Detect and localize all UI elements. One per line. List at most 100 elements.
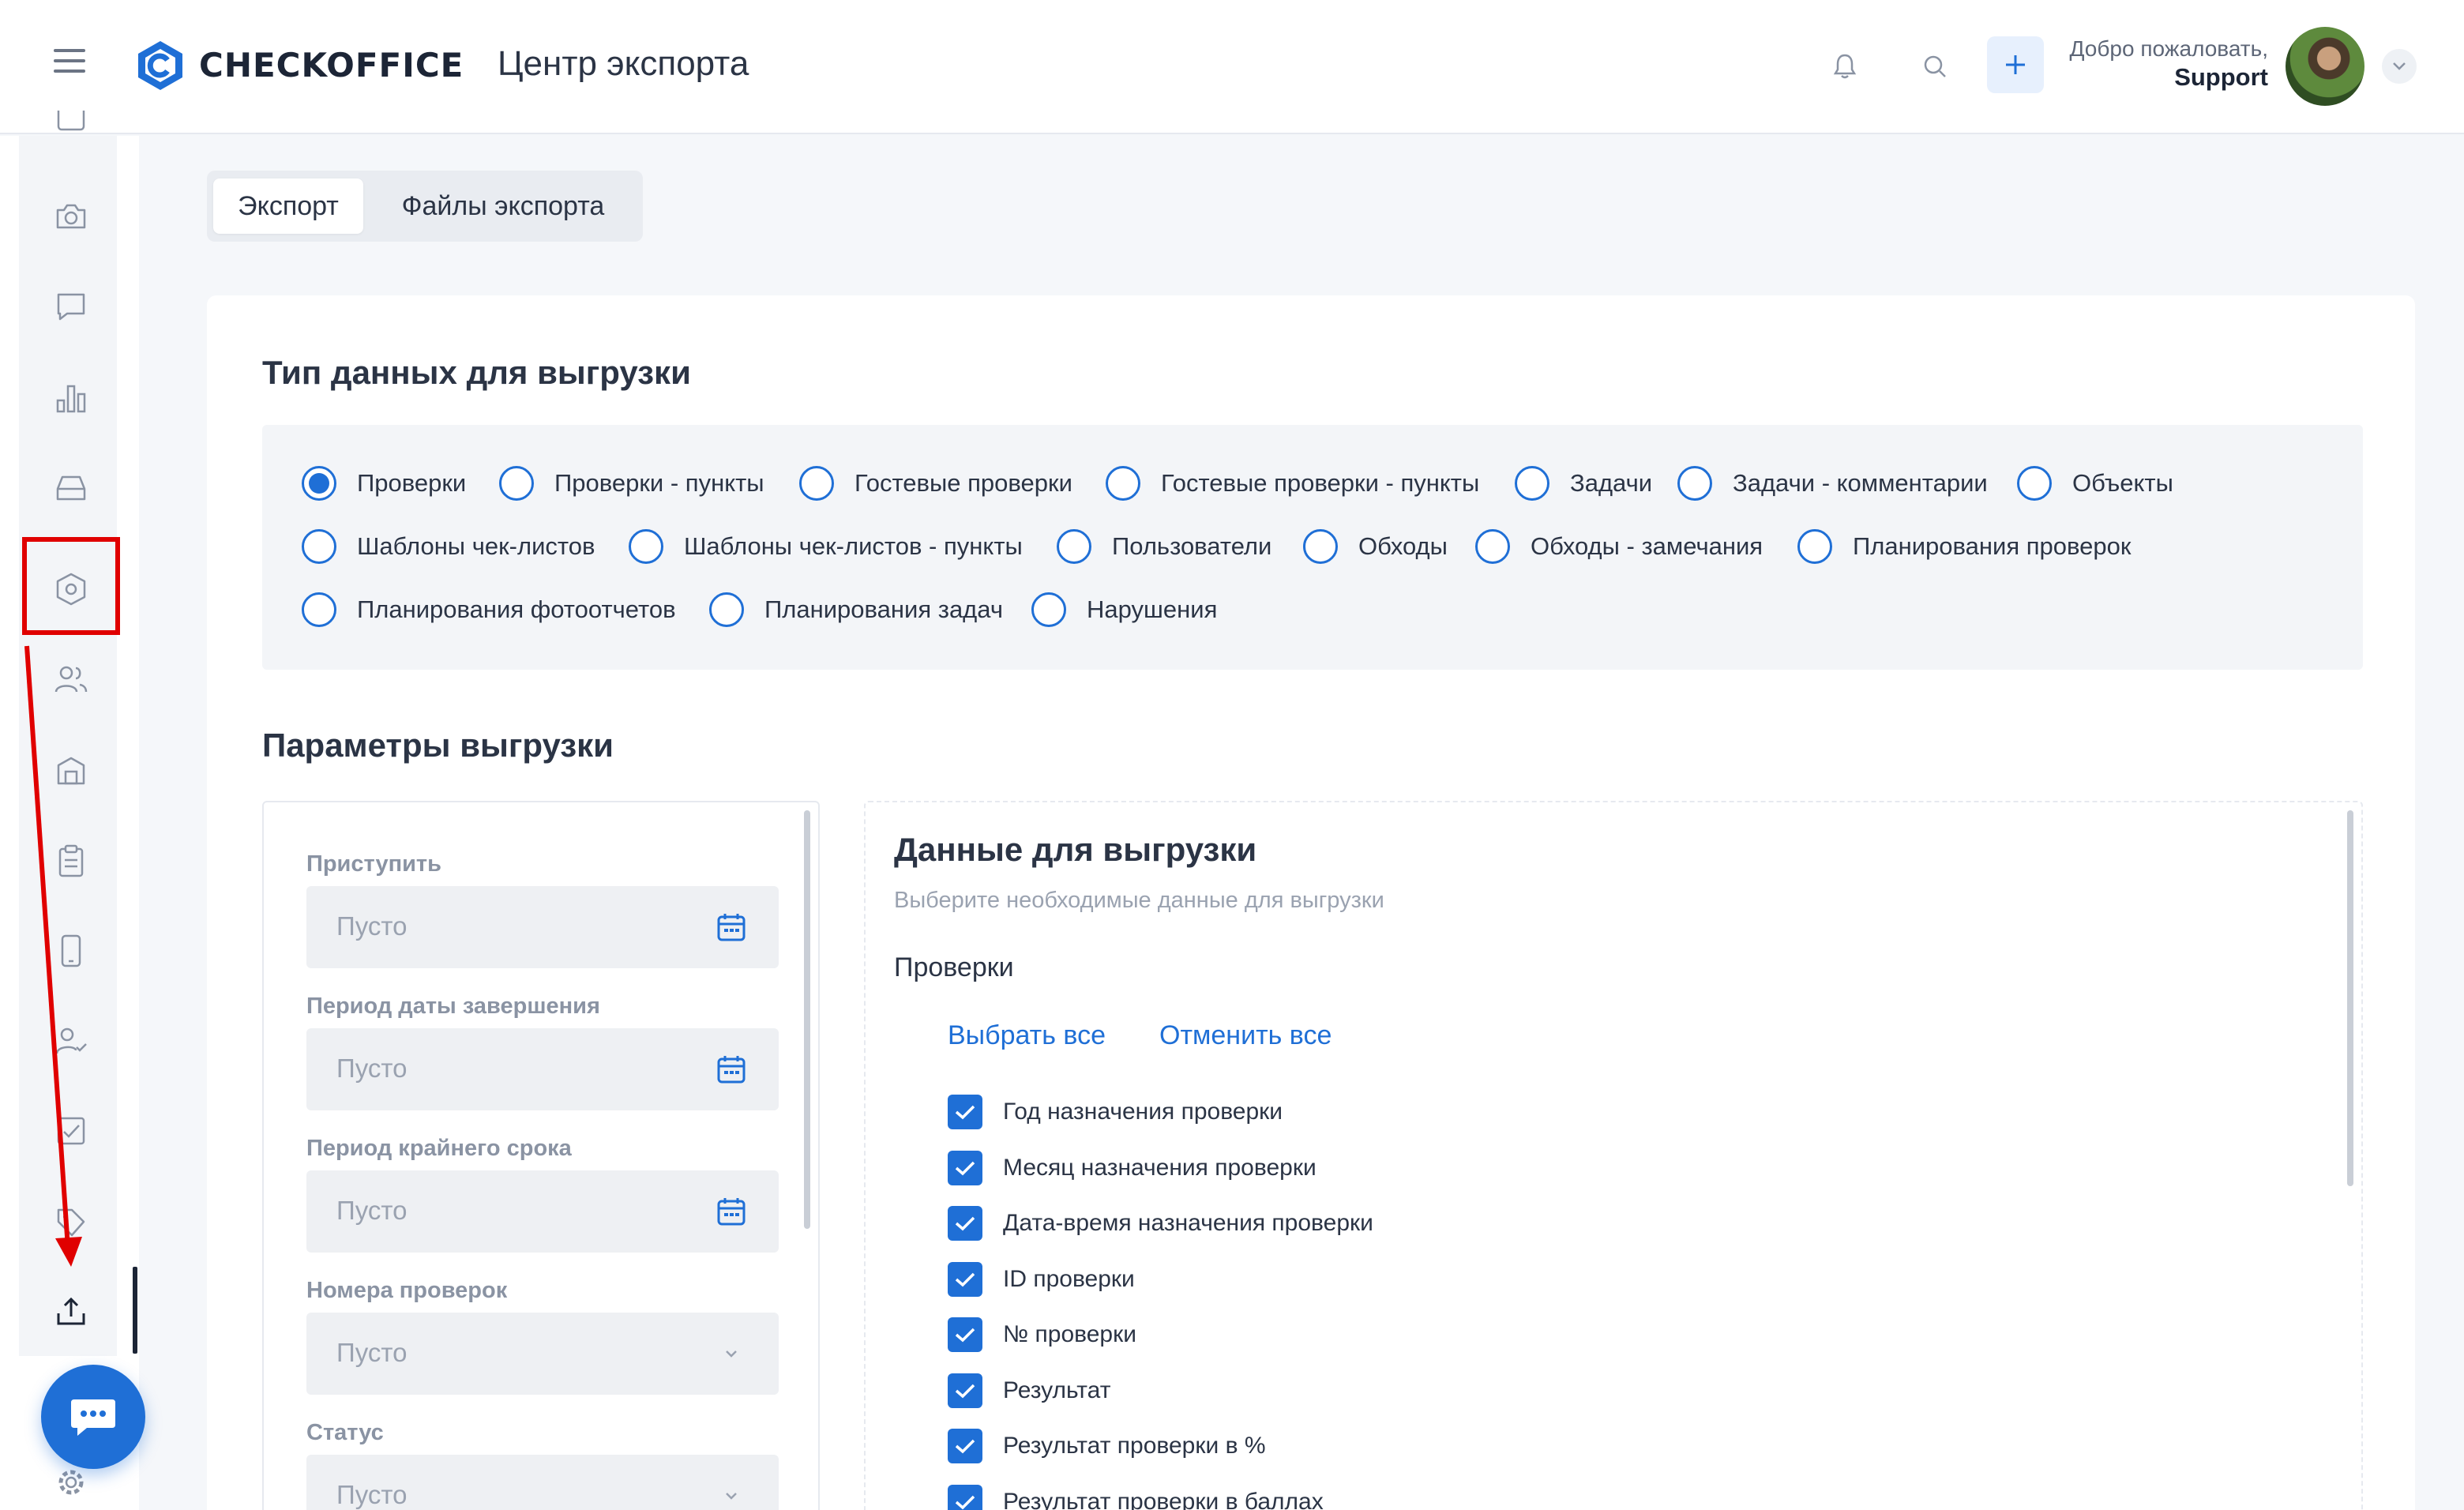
radio-option[interactable]: Проверки — [302, 466, 466, 501]
radio-circle[interactable] — [1031, 592, 1066, 627]
inbox-icon[interactable] — [46, 463, 96, 513]
checkbox[interactable] — [948, 1150, 982, 1185]
field-checkbox-row[interactable]: ID проверки — [948, 1261, 1135, 1297]
filter-label: Статус — [306, 1420, 384, 1445]
radio-circle[interactable] — [2017, 466, 2052, 501]
status-select[interactable]: Пусто — [306, 1455, 779, 1510]
field-checkbox-row[interactable]: Результат проверки в % — [948, 1429, 1266, 1463]
radio-option[interactable]: Задачи - комментарии — [1677, 466, 1988, 501]
field-checkbox-row[interactable]: Результат — [948, 1373, 1110, 1408]
radio-option[interactable]: Задачи — [1515, 466, 1652, 501]
chevron-down-icon[interactable] — [716, 1480, 747, 1510]
checkoffice-logo-icon — [138, 41, 182, 90]
chevron-down-icon[interactable] — [716, 1338, 747, 1369]
calendar-icon[interactable] — [716, 1054, 747, 1085]
deadline-period-field[interactable]: Пусто — [306, 1170, 779, 1253]
tab-export-files[interactable]: Файлы экспорта — [370, 178, 637, 234]
gear-icon[interactable] — [46, 1466, 96, 1510]
radio-option[interactable]: Объекты — [2017, 466, 2173, 501]
checkbox[interactable] — [948, 1206, 982, 1241]
radio-circle[interactable] — [1677, 466, 1712, 501]
page-title: Центр экспорта — [498, 44, 749, 83]
export-data-scrollbar[interactable] — [2347, 810, 2353, 1186]
radio-circle[interactable] — [1106, 466, 1140, 501]
radio-option[interactable]: Шаблоны чек-листов — [302, 529, 595, 564]
calendar-icon[interactable] — [716, 911, 747, 943]
radio-option[interactable]: Проверки - пункты — [499, 466, 764, 501]
add-button[interactable] — [1987, 36, 2044, 93]
filters-scrollbar[interactable] — [804, 810, 810, 1229]
radio-circle[interactable] — [629, 529, 663, 564]
field-checkbox-row[interactable]: Результат проверки в баллах — [948, 1484, 1324, 1510]
checkbox[interactable] — [948, 1261, 982, 1297]
radio-option[interactable]: Пользователи — [1057, 529, 1271, 564]
radio-option[interactable]: Шаблоны чек-листов - пункты — [629, 529, 1023, 564]
radio-circle[interactable] — [302, 529, 336, 564]
radio-circle[interactable] — [1515, 466, 1549, 501]
radio-label: Планирования фотоотчетов — [357, 595, 676, 623]
radio-option[interactable]: Обходы — [1303, 529, 1448, 564]
radio-circle[interactable] — [1475, 529, 1510, 564]
bar-chart-icon[interactable] — [46, 373, 96, 423]
menu-icon[interactable] — [54, 49, 85, 73]
radio-circle[interactable] — [302, 592, 336, 627]
avatar[interactable] — [2286, 27, 2364, 106]
camera-icon[interactable] — [46, 191, 96, 242]
user-menu-chevron-icon[interactable] — [2382, 49, 2417, 84]
radio-option[interactable]: Планирования фотоотчетов — [302, 592, 676, 627]
field-placeholder: Пусто — [336, 1054, 408, 1083]
radio-option[interactable]: Обходы - замечания — [1475, 529, 1763, 564]
field-checkbox-row[interactable]: Год назначения проверки — [948, 1095, 1283, 1129]
check-square-icon[interactable] — [46, 1106, 96, 1156]
checkbox[interactable] — [948, 1484, 982, 1510]
radio-circle[interactable] — [1303, 529, 1338, 564]
tab-export[interactable]: Экспорт — [213, 178, 363, 234]
building-icon[interactable] — [46, 746, 96, 796]
radio-option[interactable]: Гостевые проверки - пункты — [1106, 466, 1479, 501]
checkbox-label: № проверки — [1003, 1321, 1136, 1347]
field-checkbox-row[interactable]: № проверки — [948, 1317, 1136, 1352]
tag-icon[interactable] — [46, 1197, 96, 1248]
user-check-icon[interactable] — [46, 1016, 96, 1066]
deselect-all-link[interactable]: Отменить все — [1159, 1020, 1332, 1051]
radio-option[interactable]: Планирования задач — [709, 592, 1003, 627]
annotation-highlight-box — [22, 537, 120, 635]
field-checkbox-row[interactable]: Дата-время назначения проверки — [948, 1206, 1373, 1241]
checkbox[interactable] — [948, 1317, 982, 1352]
filter-label: Приступить — [306, 851, 441, 877]
checkbox[interactable] — [948, 1095, 982, 1129]
search-icon[interactable] — [1916, 47, 1954, 85]
users-icon[interactable] — [46, 654, 96, 704]
check-numbers-select[interactable]: Пусто — [306, 1313, 779, 1395]
support-chat-button[interactable] — [41, 1365, 145, 1469]
radio-circle[interactable] — [1057, 529, 1091, 564]
mobile-icon[interactable] — [46, 926, 96, 976]
clipboard-icon[interactable] — [46, 836, 96, 886]
radio-circle[interactable] — [302, 466, 336, 501]
checkbox[interactable] — [948, 1373, 982, 1408]
field-checkbox-row[interactable]: Месяц назначения проверки — [948, 1150, 1317, 1185]
radio-label: Планирования проверок — [1853, 532, 2132, 560]
radio-circle[interactable] — [799, 466, 834, 501]
radio-circle[interactable] — [1797, 529, 1832, 564]
end-date-period-field[interactable]: Пусто — [306, 1028, 779, 1110]
checkbox[interactable] — [948, 1429, 982, 1463]
radio-option[interactable]: Гостевые проверки — [799, 466, 1072, 501]
checkbox-label: Год назначения проверки — [1003, 1099, 1283, 1125]
export-data-panel: Данные для выгрузки Выберите необходимые… — [864, 801, 2363, 1510]
radio-circle[interactable] — [499, 466, 534, 501]
chat-icon[interactable] — [46, 281, 96, 332]
radio-option[interactable]: Нарушения — [1031, 592, 1217, 627]
calendar-icon[interactable] — [46, 111, 96, 142]
check-icon — [955, 1272, 975, 1287]
user-name: Support — [2174, 63, 2268, 91]
checkbox-label: Месяц назначения проверки — [1003, 1154, 1317, 1181]
radio-label: Проверки — [357, 469, 467, 497]
start-date-field[interactable]: Пусто — [306, 886, 779, 968]
upload-icon[interactable] — [46, 1286, 96, 1336]
radio-option[interactable]: Планирования проверок — [1797, 529, 2131, 564]
select-all-link[interactable]: Выбрать все — [948, 1020, 1106, 1051]
radio-circle[interactable] — [709, 592, 744, 627]
bell-icon[interactable] — [1826, 47, 1864, 85]
calendar-icon[interactable] — [716, 1196, 747, 1227]
